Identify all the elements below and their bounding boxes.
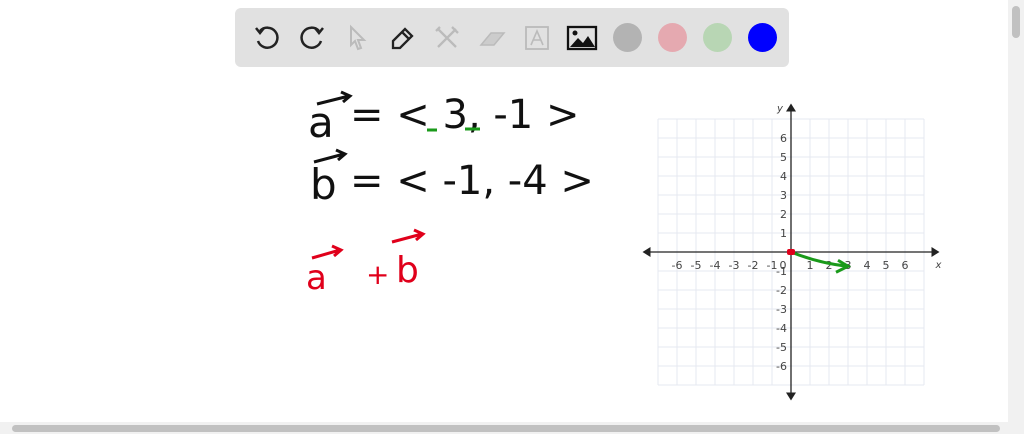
pen-button[interactable] [382,18,422,58]
vector-a-arrow [790,250,849,268]
color-green[interactable] [697,18,737,58]
origin-dot [787,249,795,255]
x-tick-label: -4 [710,259,721,272]
vector-b-components: = < -1, -4 > [350,158,594,204]
underline-marks [427,127,480,132]
x-tick-label: -5 [691,259,702,272]
pen-icon [391,26,414,49]
x-tick-label: 4 [864,259,871,272]
horizontal-scroll-thumb[interactable] [12,425,1000,432]
color-swatch [612,23,642,52]
select-icon [350,24,367,50]
y-tick-label: -2 [776,284,787,297]
undo-button[interactable] [247,18,287,58]
image-icon [566,25,598,50]
text-icon [525,25,549,50]
sum-b-symbol: b [396,250,419,291]
undo-icon [255,25,279,49]
y-tick-label: 2 [780,208,787,221]
x-tick-label: -3 [729,259,740,272]
x-tick-label: 2 [826,259,833,272]
x-tick-label: 6 [902,259,909,272]
eraser-icon [479,31,506,46]
image-button[interactable] [562,18,602,58]
x-tick-label: 1 [807,259,814,272]
y-tick-label: 3 [780,189,787,202]
sum-a-symbol: a [306,258,327,298]
color-blue[interactable] [742,18,782,58]
tools-icon [435,25,459,48]
drawing-toolbar [235,8,789,67]
y-tick-label: 6 [780,132,787,145]
y-tick-label: 1 [780,227,787,240]
vertical-scroll-thumb[interactable] [1012,6,1020,38]
y-axis-label: y [776,104,784,115]
vector-arrow-icon [313,148,348,164]
color-gray[interactable] [607,18,647,58]
x-tick-label: -6 [672,259,683,272]
redo-icon [300,25,324,49]
vector-arrow-icon [391,228,426,244]
horizontal-scrollbar[interactable] [0,422,1008,434]
x-tick-label: -2 [748,259,759,272]
redo-button[interactable] [292,18,332,58]
y-tick-label: -5 [776,341,787,354]
eraser-button[interactable] [472,18,512,58]
color-swatch [657,23,687,52]
vertical-scrollbar[interactable] [1008,0,1024,434]
color-red[interactable] [652,18,692,58]
y-tick-label: -1 [776,265,787,278]
y-tick-label: -6 [776,360,787,373]
color-swatch [747,23,777,52]
y-tick-label: -4 [776,322,787,335]
text-button[interactable] [517,18,557,58]
plus-sign: + [366,258,390,291]
coordinate-graph: -6 -5 -4 -3 -2 -1 0 1 2 3 4 5 6654321-1-2-3-4-5-6xy [642,103,942,401]
color-swatch [702,23,732,52]
select-button[interactable] [337,18,377,58]
x-axis-label: x [935,260,942,271]
tools-button[interactable] [427,18,467,58]
y-tick-label: 4 [780,170,787,183]
vector-arrow-icon [311,244,344,260]
vector-arrow-icon [316,90,353,106]
y-tick-label: -3 [776,303,787,316]
x-tick-label: 5 [883,259,890,272]
y-tick-label: 5 [780,151,787,164]
